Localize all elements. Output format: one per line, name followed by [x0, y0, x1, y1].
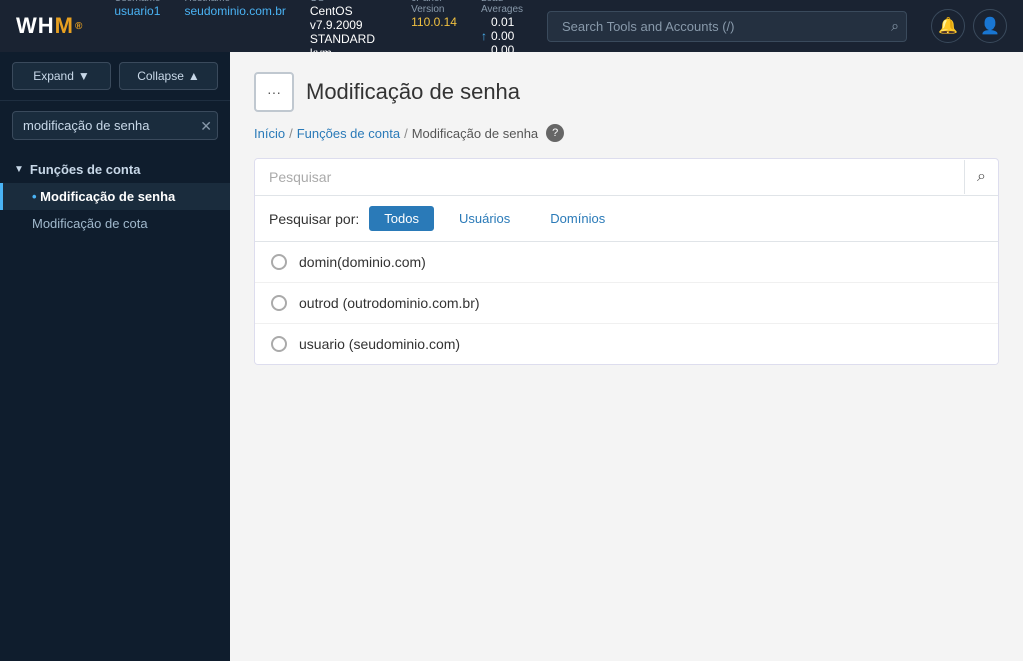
- page-title: Modificação de senha: [306, 79, 520, 105]
- notifications-button[interactable]: 🔔: [931, 9, 965, 43]
- account-item[interactable]: outrod (outrodominio.com.br): [255, 283, 998, 324]
- collapse-button[interactable]: Collapse ▲: [119, 62, 218, 90]
- user-button[interactable]: 👤: [973, 9, 1007, 43]
- chevron-down-icon: ▼: [14, 164, 24, 175]
- sidebar-item-password-change[interactable]: Modificação de senha: [0, 183, 230, 210]
- page-header: ··· Modificação de senha: [254, 72, 999, 112]
- filter-row: Pesquisar por: Todos Usuários Domínios: [255, 196, 998, 242]
- topbar: WHM ® Username usuario1 Hostname seudomi…: [0, 0, 1023, 52]
- sidebar-section-account-functions: ▼ Funções de conta Modificação de senha …: [0, 150, 230, 243]
- topbar-info: Username usuario1 Hostname seudominio.co…: [114, 0, 523, 60]
- page-icon: ···: [254, 72, 294, 112]
- load-group: Load Averages ↑ 0.01 0.00 0.00: [481, 0, 523, 60]
- layout: Expand ▼ Collapse ▲ ✕ ▼ Funções de conta…: [0, 52, 1023, 661]
- sidebar-search-input[interactable]: [12, 111, 218, 140]
- radio-button[interactable]: [271, 295, 287, 311]
- cpanel-group: cPanel Version 110.0.14: [411, 0, 457, 60]
- topbar-search-box: ⌕: [547, 11, 907, 42]
- sidebar-toolbar: Expand ▼ Collapse ▲: [0, 52, 230, 101]
- topbar-search-input[interactable]: [547, 11, 907, 42]
- sidebar-section-header[interactable]: ▼ Funções de conta: [0, 156, 230, 183]
- logo: WHM ®: [16, 13, 82, 39]
- topbar-actions: 🔔 👤: [931, 9, 1007, 43]
- account-item[interactable]: domin(dominio.com): [255, 242, 998, 283]
- username-group: Username usuario1: [114, 0, 160, 60]
- main-content: ··· Modificação de senha Início / Funçõe…: [230, 52, 1023, 661]
- radio-button[interactable]: [271, 254, 287, 270]
- content-card: ⌕ Pesquisar por: Todos Usuários Domínios…: [254, 158, 999, 365]
- accounts-list: domin(dominio.com) outrod (outrodominio.…: [255, 242, 998, 364]
- radio-button[interactable]: [271, 336, 287, 352]
- content-search-row: ⌕: [255, 159, 998, 196]
- content-search-input[interactable]: [255, 159, 964, 195]
- filter-domains-button[interactable]: Domínios: [535, 206, 620, 231]
- breadcrumb-current: Modificação de senha: [412, 126, 538, 141]
- topbar-search-button[interactable]: ⌕: [891, 18, 899, 35]
- sidebar-item-quota-change[interactable]: Modificação de cota: [0, 210, 230, 237]
- os-group: OS CentOS v7.9.2009 STANDARD kvm: [310, 0, 387, 60]
- expand-button[interactable]: Expand ▼: [12, 62, 111, 90]
- sidebar-search-clear[interactable]: ✕: [200, 119, 212, 133]
- hostname-group: Hostname seudominio.com.br: [185, 0, 286, 60]
- help-icon[interactable]: ?: [546, 124, 564, 142]
- filter-users-button[interactable]: Usuários: [444, 206, 525, 231]
- filter-all-button[interactable]: Todos: [369, 206, 434, 231]
- sidebar-search-container: ✕: [12, 111, 218, 140]
- breadcrumb-home[interactable]: Início: [254, 126, 285, 141]
- breadcrumb: Início / Funções de conta / Modificação …: [254, 124, 999, 142]
- breadcrumb-section[interactable]: Funções de conta: [297, 126, 400, 141]
- account-item[interactable]: usuario (seudominio.com): [255, 324, 998, 364]
- sidebar: Expand ▼ Collapse ▲ ✕ ▼ Funções de conta…: [0, 52, 230, 661]
- content-search-button[interactable]: ⌕: [964, 160, 998, 194]
